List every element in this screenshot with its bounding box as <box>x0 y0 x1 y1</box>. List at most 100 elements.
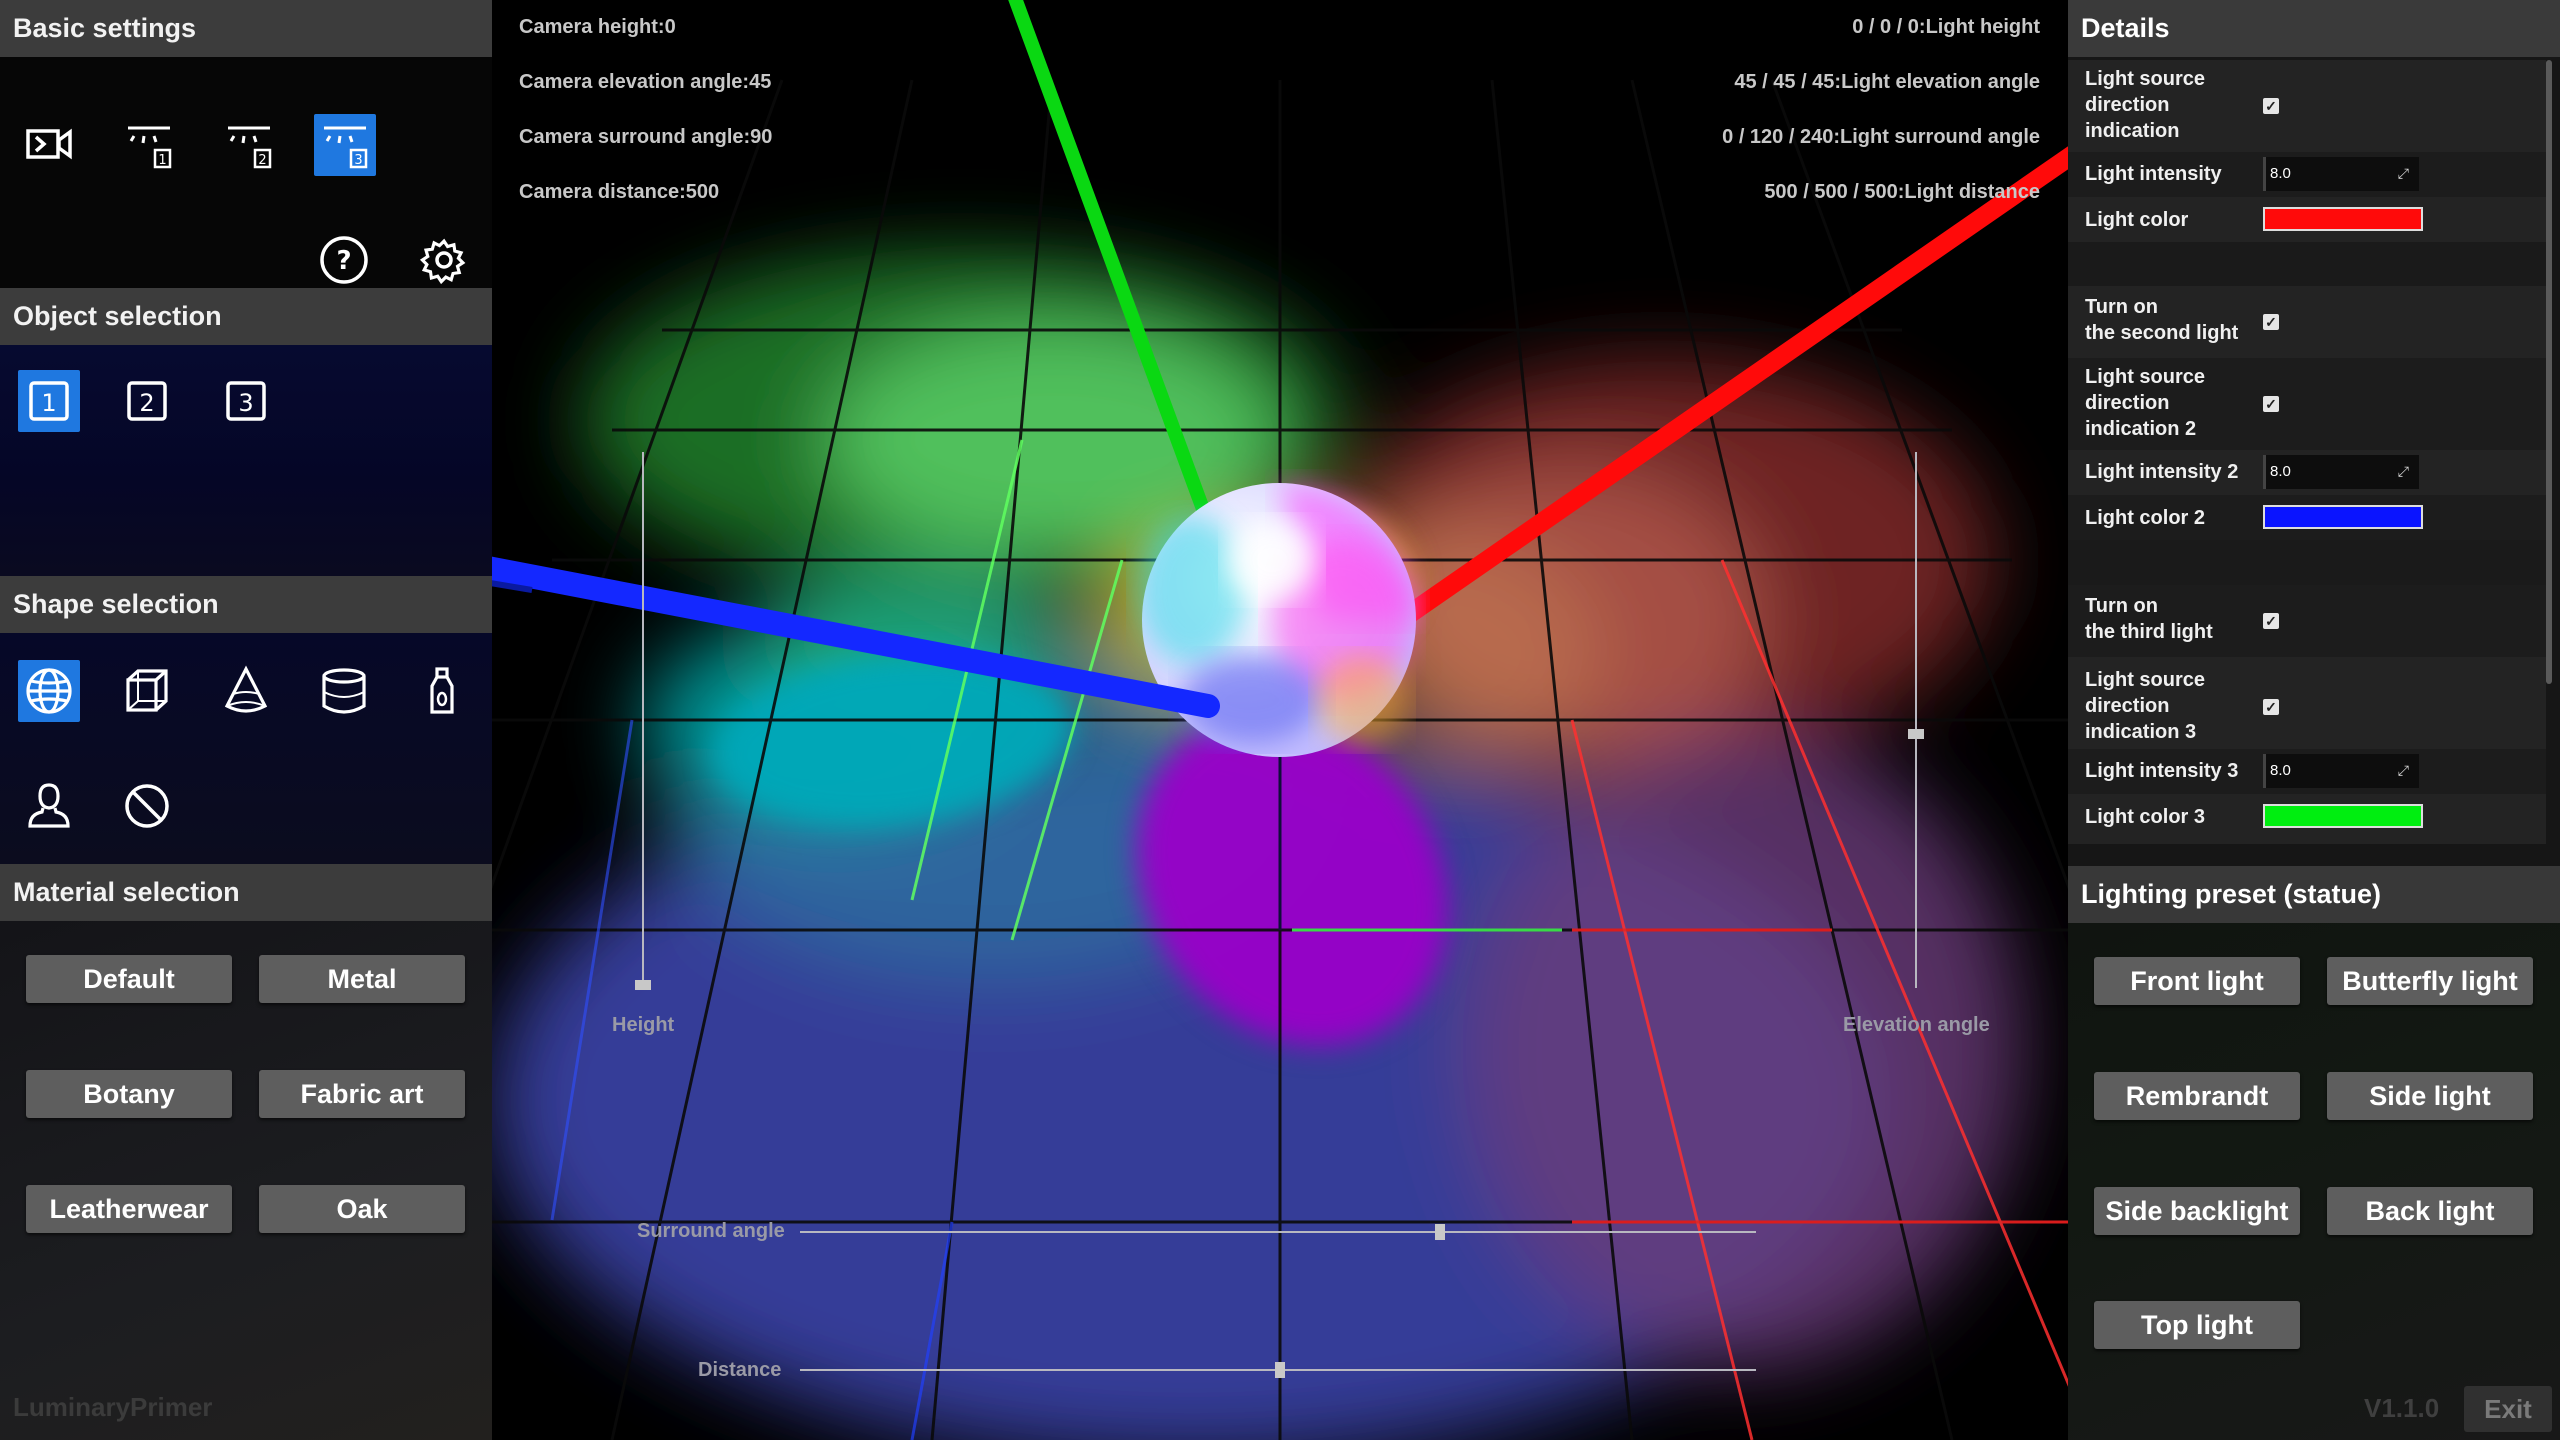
preset-side-backlight-button[interactable]: Side backlight <box>2094 1187 2300 1235</box>
none-icon[interactable] <box>116 775 178 837</box>
material-oak-button[interactable]: Oak <box>259 1185 465 1233</box>
details-row-intensity-1: Light intensity 8.0 ⤢ <box>2068 152 2546 197</box>
light-1-icon[interactable]: 1 <box>118 114 180 176</box>
app-brand: LuminaryPrimer <box>13 1392 213 1422</box>
intensity-2-field[interactable]: 8.0 ⤢ <box>2263 455 2419 489</box>
third-light-label: Turn on the third light <box>2085 595 2213 643</box>
elevation-slider-handle[interactable] <box>1908 729 1924 739</box>
preset-rembrandt-button[interactable]: Rembrandt <box>2094 1072 2300 1120</box>
details-scrollbar[interactable] <box>2546 60 2552 684</box>
second-light-label: Turn on the second light <box>2085 296 2239 344</box>
cone-icon[interactable] <box>215 660 277 722</box>
bust-icon[interactable] <box>18 775 80 837</box>
object-1-button[interactable]: 1 <box>18 370 80 432</box>
elevation-slider-label: Elevation angle <box>1843 1014 1990 1036</box>
distance-slider-label: Distance <box>698 1359 782 1381</box>
color-3-label: Light color 3 <box>2085 806 2205 828</box>
light-surround-text: 0 / 120 / 240:Light surround angle <box>1722 126 2040 148</box>
object-selection-header: Object selection <box>0 288 492 345</box>
details-row-intensity-2: Light intensity 2 8.0 ⤢ <box>2068 450 2546 495</box>
preset-butterfly-light-button[interactable]: Butterfly light <box>2327 957 2533 1005</box>
third-light-checkbox[interactable]: ✓ <box>2263 613 2279 629</box>
camera-elevation-text: Camera elevation angle:45 <box>519 71 772 93</box>
svg-text:?: ? <box>336 246 351 276</box>
svg-text:1: 1 <box>158 153 166 168</box>
direction-2-checkbox[interactable]: ✓ <box>2263 396 2279 412</box>
preset-back-light-button[interactable]: Back light <box>2327 1187 2533 1235</box>
light-3-icon[interactable]: 3 <box>314 114 376 176</box>
cylinder-icon[interactable] <box>313 660 375 722</box>
details-spacer-2 <box>2068 540 2546 585</box>
intensity-3-field[interactable]: 8.0 ⤢ <box>2263 754 2419 788</box>
details-spacer <box>2068 242 2546 286</box>
preset-body: Front light Butterfly light Rembrandt Si… <box>2068 923 2560 1440</box>
material-selection-header: Material selection <box>0 864 492 921</box>
intensity-1-label: Light intensity <box>2085 163 2222 185</box>
color-1-label: Light color <box>2085 209 2189 231</box>
material-metal-button[interactable]: Metal <box>259 955 465 1003</box>
intensity-1-field[interactable]: 8.0 ⤢ <box>2263 157 2419 191</box>
preset-header: Lighting preset (statue) <box>2068 866 2560 923</box>
details-row-color-2: Light color 2 <box>2068 495 2546 540</box>
svg-text:2: 2 <box>258 153 266 168</box>
basic-settings-header: Basic settings <box>0 0 492 57</box>
bottle-icon[interactable] <box>411 660 473 722</box>
details-row-direction-2: Light source direction indication 2 ✓ <box>2068 358 2546 450</box>
details-row-color-1: Light color <box>2068 197 2546 242</box>
preset-front-light-button[interactable]: Front light <box>2094 957 2300 1005</box>
intensity-3-label: Light intensity 3 <box>2085 760 2239 782</box>
preset-side-light-button[interactable]: Side light <box>2327 1072 2533 1120</box>
color-3-swatch[interactable] <box>2263 804 2423 828</box>
object-2-button[interactable]: 2 <box>116 370 178 432</box>
object-selection-body: 1 2 3 <box>0 345 492 576</box>
color-1-swatch[interactable] <box>2263 207 2423 231</box>
height-slider-handle[interactable] <box>635 980 651 990</box>
intensity-2-label: Light intensity 2 <box>2085 461 2239 483</box>
camera-surround-text: Camera surround angle:90 <box>519 126 773 148</box>
sphere-icon[interactable] <box>18 660 80 722</box>
surround-slider-handle[interactable] <box>1435 1224 1445 1240</box>
details-row-color-3: Light color 3 <box>2068 794 2546 844</box>
light-height-text: 0 / 0 / 0:Light height <box>1852 16 2040 38</box>
object-3-button[interactable]: 3 <box>215 370 277 432</box>
gear-icon[interactable] <box>413 229 475 291</box>
material-fabric-art-button[interactable]: Fabric art <box>259 1070 465 1118</box>
version-label: V1.1.0 <box>2364 1393 2440 1423</box>
left-panel: Basic settings 1 2 3 ? Object selection … <box>0 0 492 1440</box>
direction-2-label: Light source direction indication 2 <box>2085 366 2206 440</box>
svg-text:1: 1 <box>41 389 56 417</box>
material-leatherwear-button[interactable]: Leatherwear <box>26 1185 232 1233</box>
svg-text:2: 2 <box>139 389 154 417</box>
color-2-swatch[interactable] <box>2263 505 2423 529</box>
material-botany-button[interactable]: Botany <box>26 1070 232 1118</box>
shape-selection-header: Shape selection <box>0 576 492 633</box>
direction-3-checkbox[interactable]: ✓ <box>2263 699 2279 715</box>
color-2-label: Light color 2 <box>2085 507 2205 529</box>
preset-top-light-button[interactable]: Top light <box>2094 1301 2300 1349</box>
details-row-direction-1: Light source direction indication ✓ <box>2068 60 2546 152</box>
details-row-direction-3: Light source direction indication 3 ✓ <box>2068 657 2546 749</box>
exit-button[interactable]: Exit <box>2464 1386 2552 1432</box>
basic-settings-body: 1 2 3 ? <box>0 57 492 288</box>
camera-mode-icon[interactable] <box>18 114 80 176</box>
height-slider-label: Height <box>612 1014 675 1036</box>
distance-slider-handle[interactable] <box>1275 1362 1285 1378</box>
direction-1-checkbox[interactable]: ✓ <box>2263 98 2279 114</box>
second-light-checkbox[interactable]: ✓ <box>2263 314 2279 330</box>
light-elevation-text: 45 / 45 / 45:Light elevation angle <box>1734 71 2040 93</box>
details-header: Details <box>2068 0 2560 57</box>
camera-height-text: Camera height:0 <box>519 16 676 38</box>
surround-slider-label: Surround angle <box>637 1220 785 1242</box>
material-default-button[interactable]: Default <box>26 955 232 1003</box>
details-row-second-light: Turn on the second light ✓ <box>2068 286 2546 358</box>
details-row-intensity-3: Light intensity 3 8.0 ⤢ <box>2068 749 2546 794</box>
direction-3-label: Light source direction indication 3 <box>2085 669 2206 743</box>
3d-viewport[interactable]: Height Elevation angle Surround angle Di… <box>492 0 2068 1440</box>
help-icon[interactable]: ? <box>313 229 375 291</box>
direction-1-label: Light source direction indication <box>2085 68 2206 142</box>
light-2-icon[interactable]: 2 <box>218 114 280 176</box>
cube-icon[interactable] <box>116 660 178 722</box>
details-row-third-light: Turn on the third light ✓ <box>2068 585 2546 657</box>
light-distance-text: 500 / 500 / 500:Light distance <box>1764 181 2040 203</box>
svg-text:3: 3 <box>354 153 362 168</box>
